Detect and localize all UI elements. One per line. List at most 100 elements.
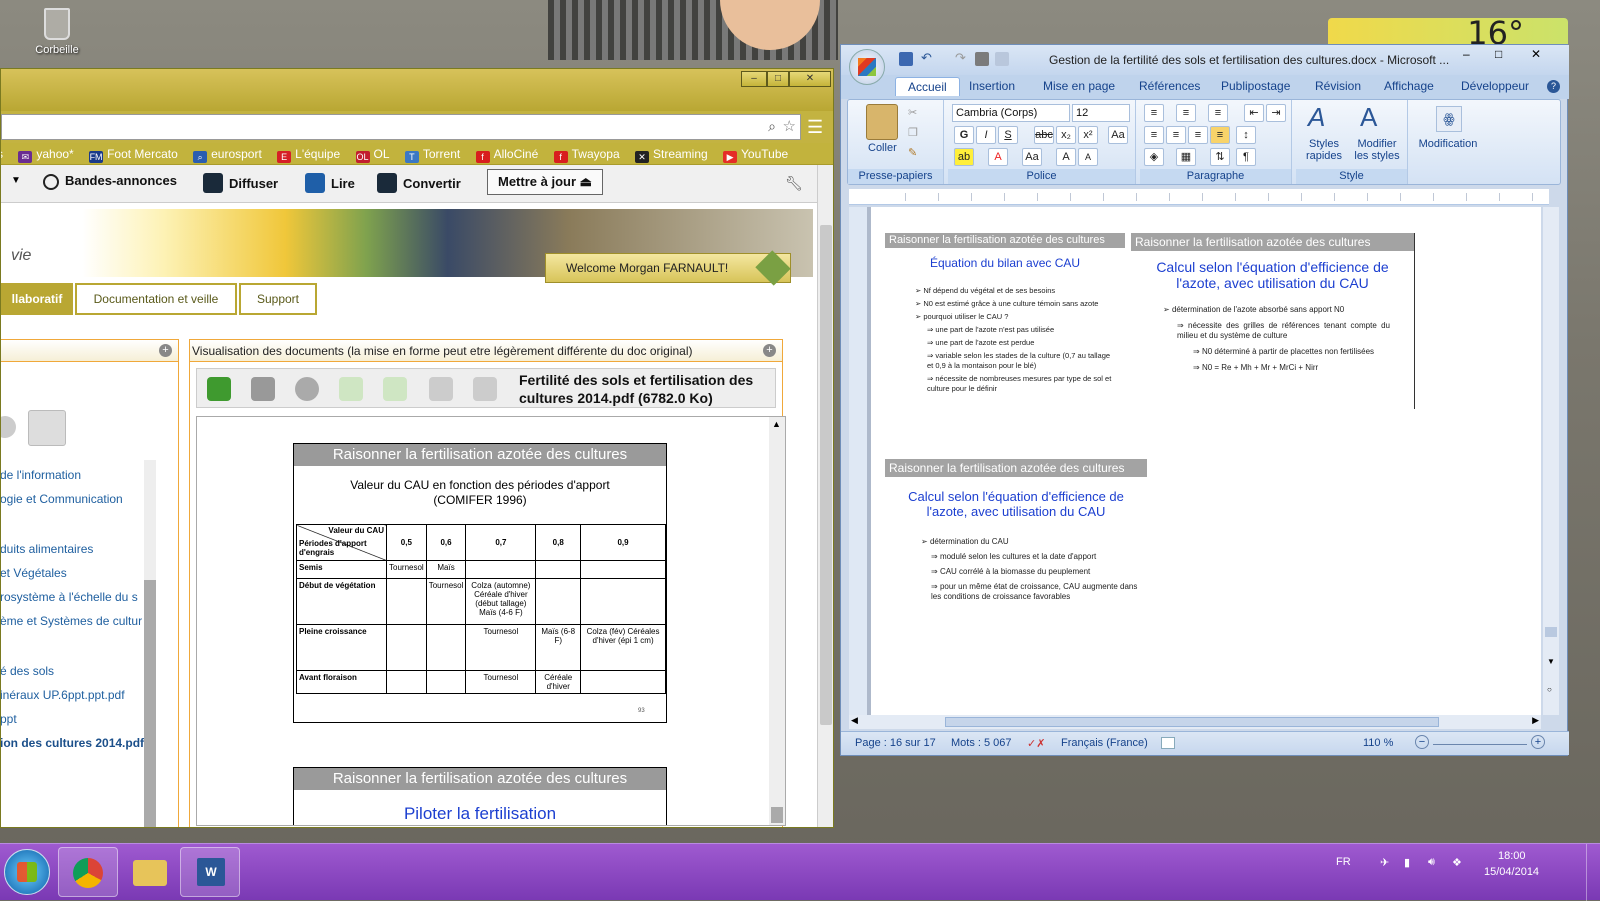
next-doc-icon[interactable]	[383, 377, 407, 401]
document-area[interactable]: Raisonner la fertilisation azotée des cu…	[849, 207, 1541, 717]
bookmark-twayopa[interactable]: f Twayopa	[553, 143, 620, 164]
vertical-scrollbar[interactable]: ▼ ○	[1543, 207, 1559, 715]
arrow-right-icon[interactable]	[473, 377, 497, 401]
format-painter-icon[interactable]: ✎	[908, 146, 917, 159]
left-link[interactable]: de l'information	[1, 468, 81, 482]
convert-button[interactable]: Convertir	[377, 173, 461, 193]
bookmark-lequipe[interactable]: E L'équipe	[277, 143, 340, 164]
arrow-left-icon[interactable]	[429, 377, 453, 401]
clear-format-button[interactable]: Aa	[1108, 126, 1128, 144]
tab-support[interactable]: Support	[239, 283, 317, 315]
tray-pin-icon[interactable]: ✈	[1380, 856, 1389, 869]
scroll-up-icon[interactable]: ▲	[772, 419, 781, 429]
quick-styles-button[interactable]: Styles rapides	[1300, 138, 1348, 162]
select-browse-icon[interactable]: ○	[1547, 685, 1552, 694]
address-bar[interactable]: ⌕ ☆	[1, 114, 801, 140]
tab-accueil[interactable]: Accueil	[895, 77, 960, 96]
bookmark-allocine[interactable]: f AlloCiné	[475, 143, 538, 164]
tab-developpeur[interactable]: Développeur	[1461, 79, 1529, 93]
tab-mise-en-page[interactable]: Mise en page	[1043, 79, 1115, 93]
bookmark-cut[interactable]: s	[1, 143, 3, 164]
line-spacing-button[interactable]: ↕	[1236, 126, 1256, 144]
paste-icon[interactable]	[866, 104, 898, 140]
scroll-down-icon[interactable]: ▼	[1547, 657, 1555, 666]
recycle-bin[interactable]: Corbeille	[22, 8, 92, 56]
tab-revision[interactable]: Révision	[1315, 79, 1361, 93]
close-button[interactable]: ✕	[789, 71, 831, 87]
left-link[interactable]: é des sols	[1, 664, 54, 678]
expand-icon[interactable]: +	[159, 344, 172, 357]
upload-icon[interactable]	[251, 377, 275, 401]
left-panel-scroll-thumb[interactable]	[144, 580, 156, 827]
editing-button[interactable]: Modification	[1412, 138, 1484, 150]
start-button[interactable]	[4, 849, 50, 895]
zoom-in-icon[interactable]: +	[1531, 735, 1545, 749]
language-indicator[interactable]: Français (France)	[1061, 737, 1148, 749]
expand-icon[interactable]: +	[763, 344, 776, 357]
scroll-right-icon[interactable]: ▶	[1532, 715, 1539, 726]
align-right-button[interactable]: ≡	[1188, 126, 1208, 144]
tab-documentation[interactable]: Documentation et veille	[75, 283, 237, 315]
show-marks-button[interactable]: ¶	[1236, 148, 1256, 166]
history-icon[interactable]	[295, 377, 319, 401]
left-link[interactable]: ème et Systèmes de culture	[1, 614, 142, 628]
menu-icon[interactable]: ☰	[807, 117, 823, 138]
minimize-button[interactable]: –	[741, 71, 767, 87]
maximize-button[interactable]: □	[1495, 47, 1502, 61]
page-indicator[interactable]: Page : 16 sur 17	[855, 737, 936, 749]
clock-date[interactable]: 15/04/2014	[1484, 866, 1539, 878]
shrink-font-button[interactable]: A	[1078, 148, 1098, 166]
superscript-button[interactable]: x²	[1078, 126, 1098, 144]
horizontal-scrollbar[interactable]: ◀ ▶	[849, 715, 1541, 729]
pdf-scroll-thumb[interactable]	[771, 807, 783, 823]
change-styles-button[interactable]: Modifier les styles	[1350, 138, 1404, 162]
font-color-button[interactable]: A	[988, 148, 1008, 166]
browser-title-bar[interactable]: – □ ✕	[1, 69, 833, 111]
borders-button[interactable]: ▦	[1176, 148, 1196, 166]
change-case-button[interactable]: Aa	[1022, 148, 1042, 166]
bookmark-streaming[interactable]: ✕ Streaming	[634, 143, 708, 164]
macro-icon[interactable]	[1161, 737, 1175, 749]
align-left-button[interactable]: ≡	[1144, 126, 1164, 144]
cut-icon[interactable]: ✂	[908, 106, 917, 119]
bookmark-torrent[interactable]: T Torrent	[404, 143, 460, 164]
sort-button[interactable]: ⇅	[1210, 148, 1230, 166]
align-center-button[interactable]: ≡	[1166, 126, 1186, 144]
font-name-select[interactable]: Cambria (Corps)	[952, 104, 1070, 122]
previous-doc-icon[interactable]	[339, 377, 363, 401]
volume-icon[interactable]: 🔊︎	[1428, 856, 1435, 869]
maximize-button[interactable]: □	[767, 71, 789, 87]
print-preview-icon[interactable]	[995, 52, 1009, 66]
word-count[interactable]: Mots : 5 067	[951, 737, 1012, 749]
tab-insertion[interactable]: Insertion	[969, 79, 1015, 93]
highlight-button[interactable]: ab	[954, 148, 974, 166]
left-link-selected[interactable]: ion des cultures 2014.pdf	[1, 736, 144, 750]
broadcast-button[interactable]: Diffuser	[203, 173, 278, 193]
print-icon[interactable]	[975, 52, 989, 66]
browser-scroll-thumb[interactable]	[820, 225, 832, 725]
left-link[interactable]: rosystème à l'échelle du s	[1, 590, 142, 604]
left-panel-scrollbar[interactable]	[144, 460, 156, 827]
bookmark-foot-mercato[interactable]: FM Foot Mercato	[89, 143, 178, 164]
grow-font-button[interactable]: A	[1056, 148, 1076, 166]
wrench-icon[interactable]: 🔧︎	[785, 175, 803, 192]
bookmark-youtube[interactable]: ▶ YouTube	[723, 143, 788, 164]
tab-publipostage[interactable]: Publipostage	[1221, 79, 1290, 93]
left-link[interactable]: ppt	[1, 712, 17, 726]
vertical-ruler[interactable]	[849, 207, 867, 717]
zoom-out-icon[interactable]: −	[1415, 735, 1429, 749]
taskbar-chrome[interactable]	[58, 847, 118, 897]
dropbox-icon[interactable]: ❖	[1452, 856, 1462, 869]
minimize-button[interactable]: –	[1463, 47, 1470, 61]
italic-button[interactable]: I	[976, 126, 996, 144]
toolbar-dropdown-icon[interactable]: ▼	[11, 175, 21, 186]
zoom-level[interactable]: 110 %	[1363, 737, 1393, 749]
left-link[interactable]: et Végétales	[1, 566, 67, 580]
close-button[interactable]: ✕	[1531, 47, 1541, 61]
decrease-indent-button[interactable]: ⇤	[1244, 104, 1264, 122]
taskbar-word[interactable]: W	[180, 847, 240, 897]
multilevel-button[interactable]: ≡	[1208, 104, 1228, 122]
bookmark-ol[interactable]: OL OL	[355, 143, 390, 164]
zoom-icon[interactable]: ⌕	[768, 118, 776, 135]
tab-collaboratif[interactable]: llaboratif	[1, 283, 73, 315]
